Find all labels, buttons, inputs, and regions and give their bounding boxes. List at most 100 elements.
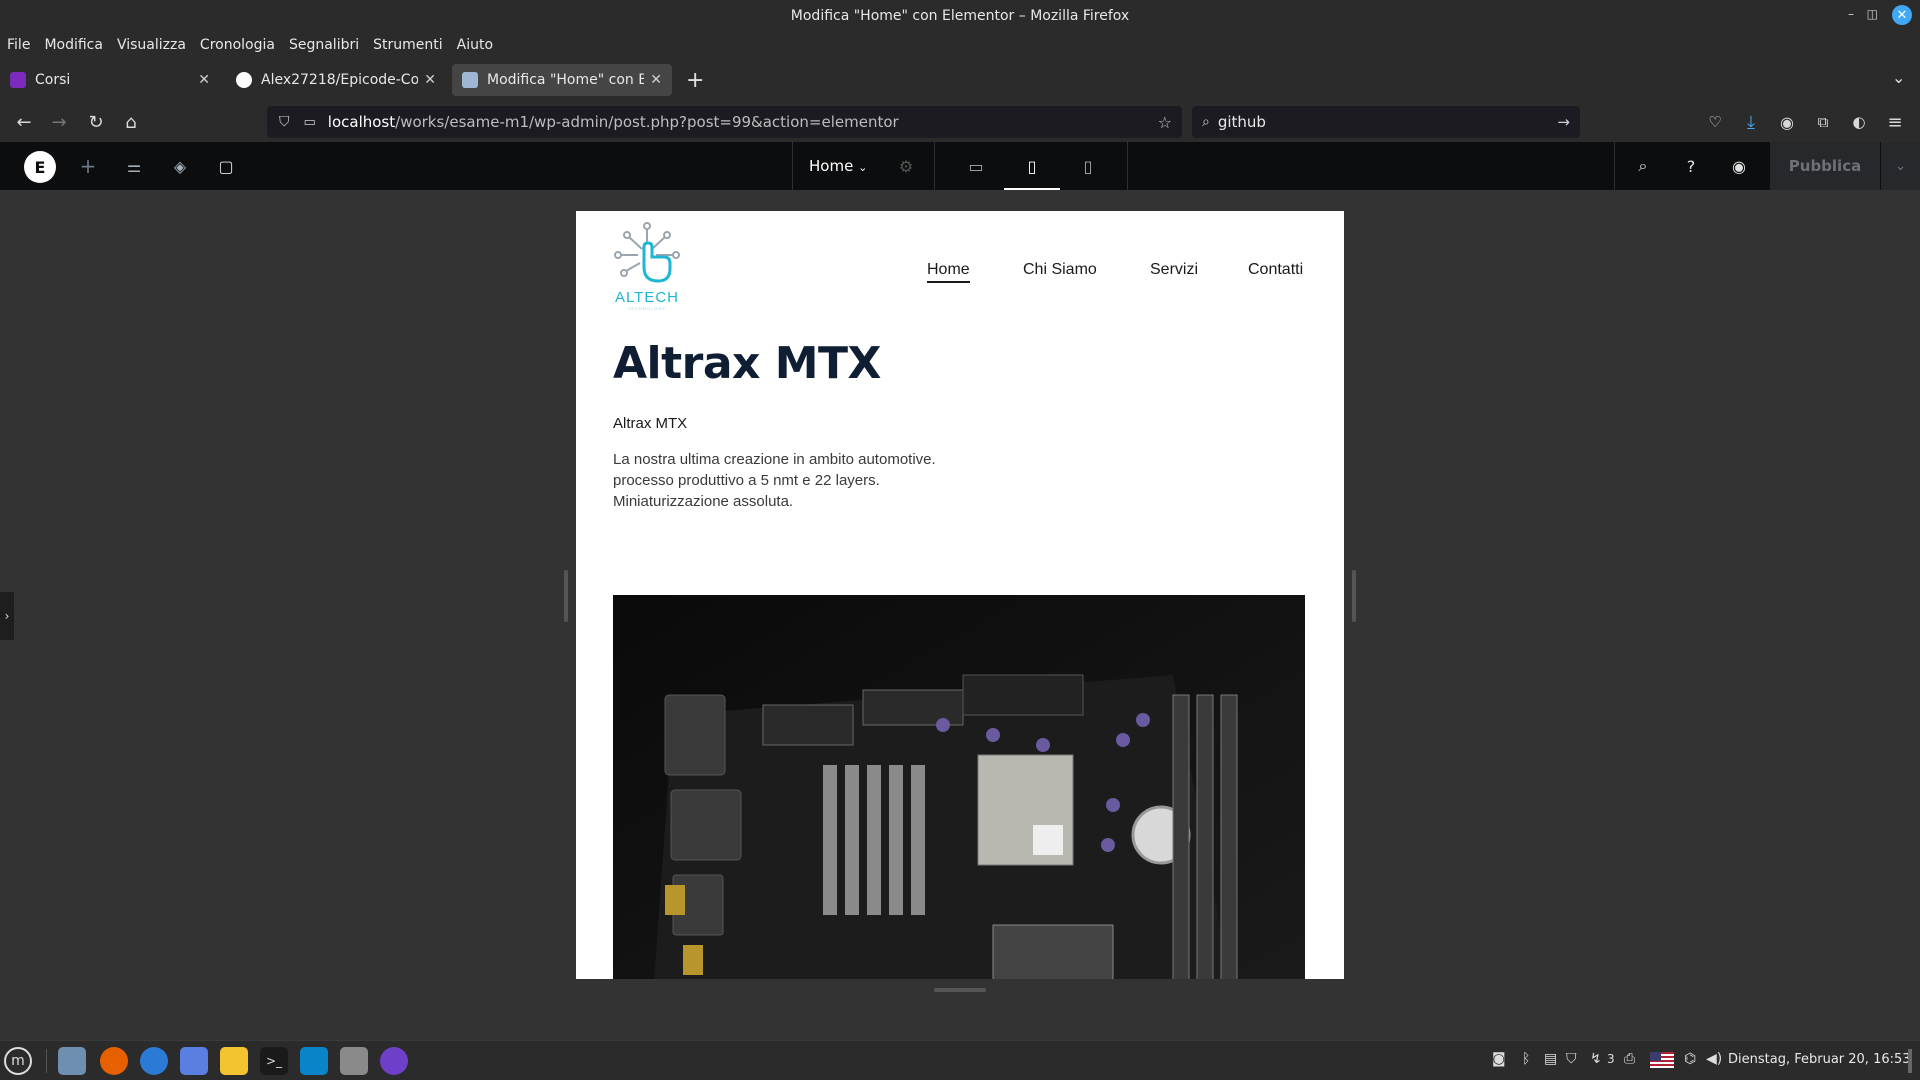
bluetooth-icon[interactable]: ᛒ bbox=[1522, 1051, 1530, 1067]
search-input[interactable]: github bbox=[1218, 113, 1266, 131]
clipboard-icon[interactable]: ▤ bbox=[1544, 1051, 1557, 1067]
volume-icon[interactable]: ◀) bbox=[1706, 1051, 1722, 1067]
tab-elementor[interactable]: Modifica "Home" con Eleme ✕ bbox=[452, 64, 672, 96]
window-title: Modifica "Home" con Elementor – Mozilla … bbox=[790, 8, 1130, 24]
menu-file[interactable]: File bbox=[7, 37, 30, 53]
close-window-icon[interactable]: ✕ bbox=[1892, 5, 1912, 25]
github-desktop-icon[interactable] bbox=[380, 1047, 408, 1075]
motherboard-illustration bbox=[613, 595, 1305, 979]
clock[interactable]: Dienstag, Februar 20, 16:53 bbox=[1728, 1052, 1911, 1067]
page-description: La nostra ultima creazione in ambito aut… bbox=[613, 449, 936, 512]
extension-icon[interactable]: ◐ bbox=[1847, 110, 1871, 134]
tab-close-icon[interactable]: ✕ bbox=[650, 72, 662, 88]
navigation-bar: ← → ↻ ⌂ ⛉ ▭ localhost/works/esame-m1/wp-… bbox=[0, 102, 1920, 142]
page-icon[interactable]: ▭ bbox=[304, 115, 316, 130]
help-icon[interactable]: ? bbox=[1679, 154, 1703, 178]
url-bar[interactable]: ⛉ ▭ localhost/works/esame-m1/wp-admin/po… bbox=[267, 106, 1182, 138]
nav-contatti[interactable]: Contatti bbox=[1248, 261, 1303, 279]
tab-close-icon[interactable]: ✕ bbox=[198, 72, 210, 88]
search-icon: ⌕ bbox=[1202, 114, 1210, 130]
pocket-icon[interactable]: ♡ bbox=[1703, 110, 1727, 134]
divider bbox=[1614, 142, 1615, 190]
restore-icon[interactable]: ◫ bbox=[1867, 7, 1878, 21]
page-heading: Altrax MTX bbox=[613, 338, 881, 389]
mobile-view-icon[interactable]: ▯ bbox=[1076, 154, 1100, 178]
url-text[interactable]: localhost/works/esame-m1/wp-admin/post.p… bbox=[328, 113, 899, 131]
list-tabs-icon[interactable]: ⌄ bbox=[1892, 68, 1905, 87]
forward-icon[interactable]: → bbox=[47, 110, 71, 134]
description-line: processo produttivo a 5 nmt e 22 layers. bbox=[613, 472, 880, 489]
panel-toggle-chevron-icon[interactable]: › bbox=[0, 592, 14, 640]
page-subtitle: Altrax MTX bbox=[613, 415, 688, 432]
update-count: 3 bbox=[1607, 1052, 1615, 1066]
nav-chi-siamo[interactable]: Chi Siamo bbox=[1023, 261, 1097, 279]
publish-options-chevron-icon[interactable]: ⌄ bbox=[1881, 142, 1920, 190]
shield-tray-icon[interactable]: ⛉ bbox=[1566, 1051, 1577, 1067]
preview-eye-icon[interactable]: ◉ bbox=[1727, 154, 1751, 178]
motherboard-image bbox=[613, 595, 1305, 979]
menu-modifica[interactable]: Modifica bbox=[44, 37, 103, 53]
new-tab-icon[interactable]: + bbox=[686, 68, 704, 93]
tab-strip: Corsi ✕ Alex27218/Epicode-Conseg ✕ Modif… bbox=[0, 62, 1920, 98]
tablet-view-icon[interactable]: ▯ bbox=[1020, 154, 1044, 178]
tab-github[interactable]: Alex27218/Epicode-Conseg ✕ bbox=[226, 64, 446, 96]
menu-aiuto[interactable]: Aiuto bbox=[457, 37, 493, 53]
add-element-icon[interactable]: + bbox=[76, 154, 100, 178]
github-icon bbox=[236, 72, 252, 88]
network-icon[interactable]: ⌬ bbox=[1684, 1051, 1696, 1067]
reload-icon[interactable]: ↻ bbox=[84, 110, 108, 134]
printer-icon[interactable]: ⎙ bbox=[1624, 1051, 1635, 1067]
page-settings-gear-icon[interactable]: ⚙ bbox=[894, 154, 918, 178]
tab-close-icon[interactable]: ✕ bbox=[424, 72, 436, 88]
finder-search-icon[interactable]: ⌕ bbox=[1631, 154, 1655, 178]
menu-cronologia[interactable]: Cronologia bbox=[200, 37, 275, 53]
resize-handle-right[interactable] bbox=[1352, 570, 1356, 622]
tab-label: Alex27218/Epicode-Conseg bbox=[261, 72, 419, 88]
thunderbird-icon[interactable] bbox=[140, 1047, 168, 1075]
extensions-icon[interactable]: ⧉ bbox=[1811, 110, 1835, 134]
description-line: Miniaturizzazione assoluta. bbox=[613, 493, 794, 510]
page-preview: ALTECH TECHNOLOGY Home Chi Siamo Servizi… bbox=[576, 211, 1344, 979]
minimize-icon[interactable]: – bbox=[1848, 7, 1854, 21]
elementor-logo-icon[interactable]: E bbox=[24, 151, 56, 183]
nav-home[interactable]: Home bbox=[927, 261, 970, 283]
menu-strumenti[interactable]: Strumenti bbox=[373, 37, 443, 53]
files-icon[interactable] bbox=[58, 1047, 86, 1075]
firefox-icon[interactable] bbox=[100, 1047, 128, 1075]
page-select[interactable]: Home ⌄ bbox=[809, 157, 867, 175]
tab-corsi[interactable]: Corsi ✕ bbox=[0, 64, 220, 96]
site-settings-icon[interactable]: ⚌ bbox=[122, 154, 146, 178]
search-bar[interactable]: ⌕ github → bbox=[1192, 106, 1580, 138]
resize-handle-bottom[interactable] bbox=[934, 988, 986, 992]
taskbar: m >_ ◙ ᛒ ▤ ⛉ ↯ 3 ⎙ ⌬ ◀) Dienstag, Februa… bbox=[0, 1040, 1920, 1080]
publish-button[interactable]: Pubblica bbox=[1770, 142, 1880, 190]
search-go-icon[interactable]: → bbox=[1557, 113, 1570, 131]
calculator-icon[interactable] bbox=[220, 1047, 248, 1075]
structure-icon[interactable]: ◈ bbox=[168, 154, 192, 178]
terminal-icon[interactable]: >_ bbox=[260, 1047, 288, 1075]
shield-icon[interactable]: ⛉ bbox=[279, 114, 290, 130]
desktop-view-icon[interactable]: ▭ bbox=[964, 154, 988, 178]
window-titlebar: Modifica "Home" con Elementor – Mozilla … bbox=[0, 0, 1920, 32]
update-icon[interactable]: ↯ bbox=[1590, 1051, 1602, 1067]
start-menu-icon[interactable]: m bbox=[4, 1047, 32, 1075]
flag-canton bbox=[1650, 1052, 1661, 1061]
keyboard-layout-flag-icon[interactable] bbox=[1650, 1052, 1674, 1068]
resize-handle-left[interactable] bbox=[564, 570, 568, 622]
settings-icon[interactable] bbox=[340, 1047, 368, 1075]
discord-icon[interactable]: ◙ bbox=[1492, 1051, 1506, 1067]
show-desktop-button[interactable] bbox=[1908, 1049, 1912, 1073]
site-logo[interactable]: ALTECH TECHNOLOGY bbox=[614, 219, 680, 311]
notes-icon[interactable]: ▢ bbox=[214, 154, 238, 178]
download-icon[interactable]: ⤓ bbox=[1739, 110, 1763, 134]
back-icon[interactable]: ← bbox=[12, 110, 36, 134]
account-icon[interactable]: ◉ bbox=[1775, 110, 1799, 134]
nav-servizi[interactable]: Servizi bbox=[1150, 261, 1198, 279]
screenshot-icon[interactable] bbox=[180, 1047, 208, 1075]
home-icon[interactable]: ⌂ bbox=[119, 110, 143, 134]
menu-segnalibri[interactable]: Segnalibri bbox=[289, 37, 359, 53]
bookmark-star-icon[interactable]: ☆ bbox=[1158, 113, 1172, 132]
menu-visualizza[interactable]: Visualizza bbox=[117, 37, 186, 53]
webstorm-icon[interactable] bbox=[300, 1047, 328, 1075]
menu-hamburger-icon[interactable]: ≡ bbox=[1883, 110, 1907, 134]
